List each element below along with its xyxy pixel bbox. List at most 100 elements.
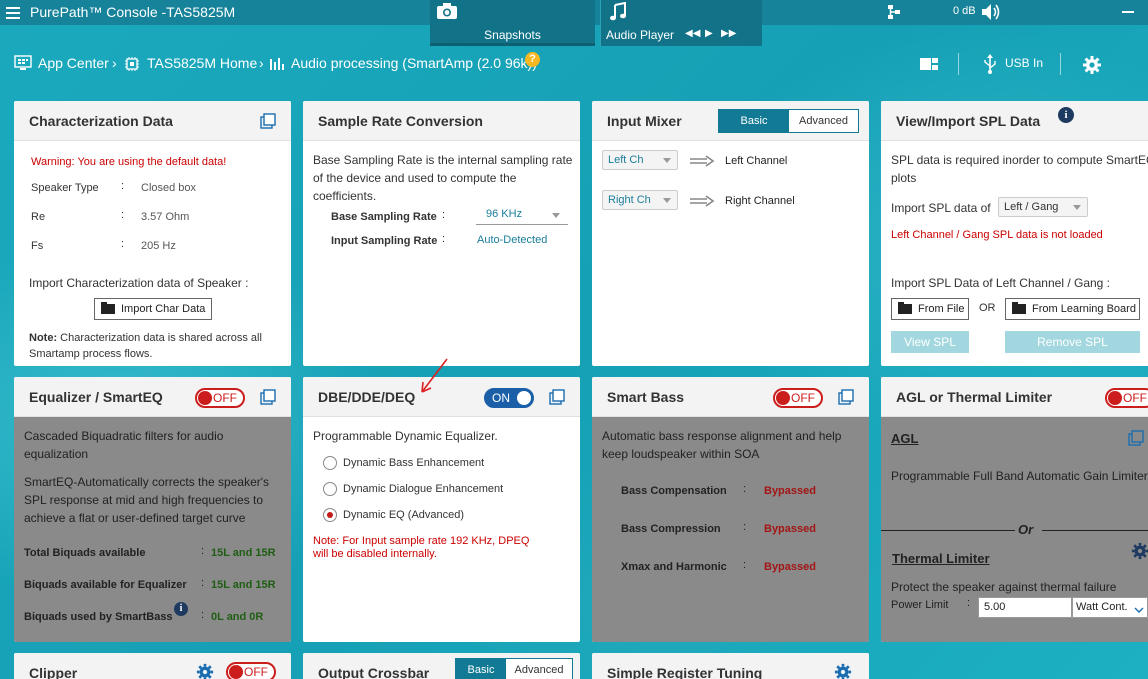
total-biquads-label: Total Biquads available	[24, 547, 146, 559]
device-panel-icon[interactable]	[919, 56, 939, 75]
card-body: Warning: You are using the default data!…	[14, 141, 291, 366]
smart-bass-toggle[interactable]: OFF	[773, 388, 823, 408]
agl-thermal-card: AGL or Thermal Limiter OFF AGL Programma…	[881, 377, 1148, 642]
toggle-state: OFF	[244, 665, 268, 679]
smart-bass-card: Smart Bass OFF Automatic bass response a…	[592, 377, 869, 642]
help-icon[interactable]: ?	[525, 52, 540, 67]
re-value: 3.57 Ohm	[141, 211, 190, 223]
biquads-smartbass-value: 0L and 0R	[211, 611, 264, 623]
info-icon[interactable]: i	[174, 602, 188, 616]
from-file-button[interactable]: From File	[891, 298, 969, 320]
advanced-tab[interactable]: Advanced	[789, 110, 858, 132]
network-icon[interactable]	[887, 4, 901, 20]
sample-rate-conversion-card: Sample Rate Conversion Base Sampling Rat…	[303, 101, 580, 366]
separator: :	[201, 609, 205, 621]
snapshots-underline	[430, 43, 595, 46]
dynamic-eq-label[interactable]: Dynamic EQ (Advanced)	[343, 509, 464, 521]
card-body: Cascaded Biquadratic filters for audio e…	[14, 417, 291, 642]
fast-forward-icon[interactable]: ▶▶	[721, 28, 736, 39]
power-unit-select[interactable]: Watt Cont.	[1072, 597, 1148, 618]
folder-icon	[101, 302, 115, 314]
dynamic-dialogue-enhancement-label[interactable]: Dynamic Dialogue Enhancement	[343, 483, 503, 495]
clipper-toggle[interactable]: OFF	[226, 662, 276, 679]
dynamic-bass-enhancement-label[interactable]: Dynamic Bass Enhancement	[343, 457, 484, 469]
settings-gear-icon[interactable]	[834, 663, 852, 679]
chevron-down-icon	[663, 198, 671, 203]
bass-compensation-label: Bass Compensation	[621, 485, 727, 497]
separator: :	[121, 180, 125, 192]
bass-compression-value: Bypassed	[764, 523, 816, 535]
biquads-smartbass-label: Biquads used by SmartBass	[24, 611, 173, 623]
equalizer-bars-icon	[269, 56, 285, 75]
input-mixer-card: Input Mixer Basic Advanced Left Ch Left …	[592, 101, 869, 366]
breadcrumb-home[interactable]: TAS5825M Home	[147, 55, 257, 71]
speaker-volume-icon[interactable]	[980, 2, 1002, 22]
card-title: Characterization Data	[29, 113, 173, 129]
right-channel-select[interactable]: Right Ch	[602, 190, 678, 210]
popout-icon[interactable]	[1128, 430, 1144, 446]
settings-gear-icon[interactable]	[1131, 542, 1148, 563]
total-biquads-value: 15L and 15R	[211, 547, 276, 559]
card-title: Equalizer / SmartEQ	[29, 389, 163, 405]
snapshots-button[interactable]: Snapshots	[430, 0, 595, 46]
card-body: Base Sampling Rate is the internal sampl…	[303, 141, 580, 366]
basic-tab[interactable]: Basic	[456, 659, 506, 679]
agl-description: Programmable Full Band Automatic Gain Li…	[891, 469, 1148, 483]
folder-icon	[1012, 302, 1026, 314]
remove-spl-button[interactable]: Remove SPL	[1005, 331, 1140, 353]
music-note-icon	[609, 1, 627, 25]
app-title: PurePath™ Console -TAS5825M	[30, 4, 236, 20]
basic-tab[interactable]: Basic	[719, 110, 789, 132]
left-channel-target: Left Channel	[725, 155, 788, 167]
input-sampling-rate-value: Auto-Detected	[477, 234, 548, 246]
basic-advanced-toggle: Basic Advanced	[455, 658, 573, 679]
equalizer-card: Equalizer / SmartEQ OFF Cascaded Biquadr…	[14, 377, 291, 642]
settings-gear-icon[interactable]	[196, 663, 214, 679]
popout-icon[interactable]	[260, 113, 276, 129]
snapshots-label: Snapshots	[484, 28, 541, 42]
hamburger-menu-icon[interactable]	[6, 4, 20, 20]
separator: :	[967, 597, 971, 609]
popout-icon[interactable]	[549, 389, 565, 405]
dynamic-bass-enhancement-radio[interactable]	[323, 456, 337, 470]
popout-icon[interactable]	[260, 389, 276, 405]
minimize-button[interactable]	[1122, 11, 1134, 13]
rewind-icon[interactable]: ◀◀	[685, 28, 700, 39]
from-learning-board-button[interactable]: From Learning Board	[1005, 298, 1140, 320]
breadcrumb-app-center[interactable]: App Center	[38, 55, 109, 71]
divider	[1042, 530, 1148, 531]
advanced-tab[interactable]: Advanced	[506, 659, 572, 679]
play-icon[interactable]: ▶	[705, 28, 713, 39]
base-sampling-rate-select[interactable]: 96 KHz	[476, 205, 568, 225]
bass-compression-label: Bass Compression	[621, 523, 721, 535]
from-learning-board-label: From Learning Board	[1032, 303, 1136, 315]
thermal-limiter-description: Protect the speaker against thermal fail…	[891, 580, 1117, 594]
usb-in-label[interactable]: USB In	[1005, 56, 1043, 70]
agl-toggle[interactable]: OFF	[1105, 388, 1148, 408]
view-spl-button[interactable]: View SPL	[891, 331, 969, 353]
spl-not-loaded-message: Left Channel / Gang SPL data is not load…	[891, 229, 1103, 241]
settings-gear-icon[interactable]	[1082, 55, 1102, 78]
toggle-state: ON	[492, 391, 510, 405]
import-char-data-button[interactable]: Import Char Data	[94, 298, 213, 320]
dbe-toggle[interactable]: ON	[484, 388, 534, 408]
spl-channel-select[interactable]: Left / Gang	[998, 197, 1088, 217]
xmax-harmonic-label: Xmax and Harmonic	[621, 561, 727, 573]
equalizer-toggle[interactable]: OFF	[195, 388, 245, 408]
power-limit-input[interactable]: 5.00	[978, 597, 1072, 618]
left-channel-select[interactable]: Left Ch	[602, 150, 678, 170]
dynamic-dialogue-enhancement-radio[interactable]	[323, 482, 337, 496]
card-header: Output Crossbar Basic Advanced	[303, 653, 580, 679]
popout-icon[interactable]	[838, 389, 854, 405]
dbe-dde-deq-card: DBE/DDE/DEQ ON Programmable Dynamic Equa…	[303, 377, 580, 642]
info-icon[interactable]: i	[1058, 107, 1074, 123]
card-body: SPL data is required inorder to compute …	[881, 141, 1148, 366]
app-center-icon[interactable]	[14, 55, 32, 74]
card-title: AGL or Thermal Limiter	[896, 389, 1053, 405]
dynamic-eq-radio[interactable]	[323, 508, 337, 522]
card-title: DBE/DDE/DEQ	[318, 389, 416, 405]
folder-icon	[898, 302, 912, 314]
clipper-card: Clipper OFF	[14, 653, 291, 679]
separator: :	[201, 577, 205, 589]
smarteq-description: SmartEQ-Automatically corrects the speak…	[24, 475, 270, 525]
